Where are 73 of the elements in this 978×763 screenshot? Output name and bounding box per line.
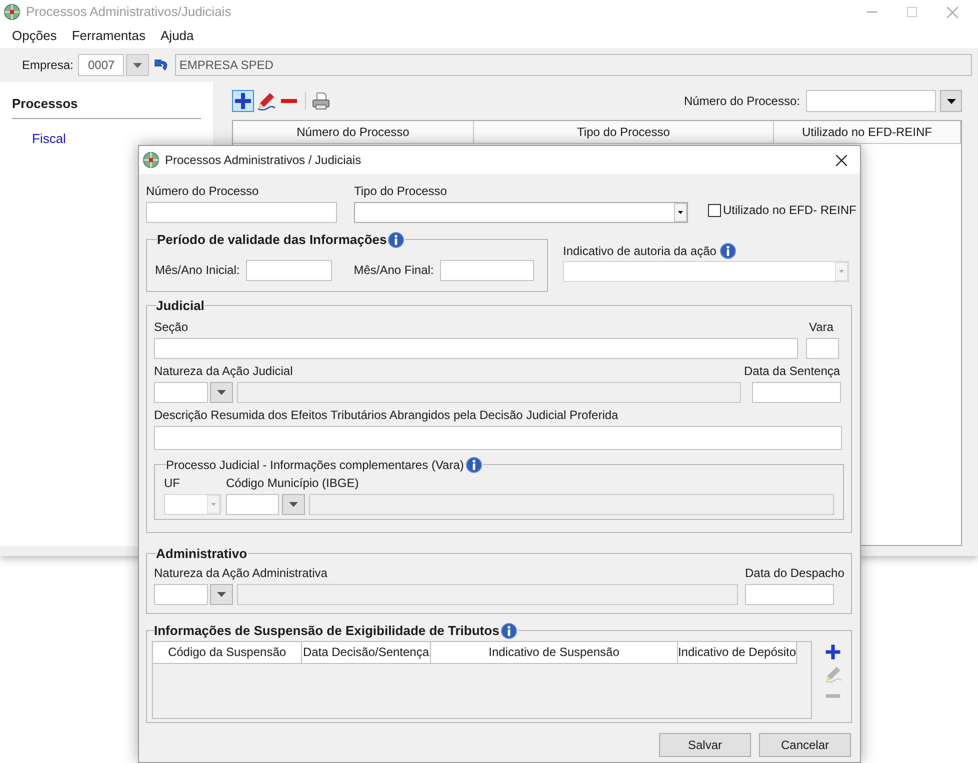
menu-item[interactable]: Ajuda <box>160 26 194 46</box>
field-label: Natureza da Ação Administrativa <box>154 564 328 582</box>
info-icon <box>388 232 404 248</box>
info-icon <box>720 243 736 259</box>
dropdown-button[interactable] <box>940 90 962 112</box>
dialog-button[interactable]: Cancelar <box>759 733 851 757</box>
company-name-field: EMPRESA SPED <box>175 54 972 76</box>
field-label: Data da Sentença <box>744 362 841 380</box>
menu-item[interactable]: Opções <box>12 26 57 46</box>
field-label: Número do Processo: <box>684 93 800 110</box>
group-title: Processo Judicial - Informações complementares (Vara) <box>166 456 464 474</box>
sidebar-link[interactable]: Fiscal <box>32 128 66 148</box>
field-label: Tipo do Processo <box>354 183 448 200</box>
field-label: Empresa: <box>22 57 74 74</box>
field-label: UF <box>164 474 181 492</box>
input-field[interactable] <box>154 426 842 450</box>
checkbox-label: Utilizado no EFD- REINF <box>723 202 856 219</box>
app-logo-icon <box>143 152 159 168</box>
input-field[interactable] <box>146 202 337 223</box>
group-title: Administrativo <box>156 546 248 561</box>
field-label: Código Município (IBGE) <box>226 474 360 492</box>
dropdown-button[interactable] <box>282 494 305 514</box>
close-icon[interactable] <box>836 154 847 166</box>
field-label: Mês/Ano Inicial: <box>155 262 240 280</box>
field-label: Natureza da Ação Judicial <box>154 362 294 380</box>
menu-item[interactable]: Ferramentas <box>72 26 146 46</box>
input-field[interactable] <box>226 494 279 514</box>
input-field[interactable] <box>154 382 208 402</box>
caret-icon <box>289 502 298 506</box>
checkbox[interactable] <box>708 204 721 216</box>
caret-icon <box>946 98 956 104</box>
search-field[interactable] <box>806 90 936 112</box>
field-label: Indicativo de autoria da ação <box>563 243 716 260</box>
column-header[interactable]: Código da Suspensão <box>153 642 302 664</box>
input-field[interactable] <box>745 584 834 604</box>
input-field[interactable] <box>246 260 332 281</box>
dialog-button[interactable]: Salvar <box>659 733 751 757</box>
input-field[interactable] <box>440 260 534 281</box>
caret-icon <box>217 592 226 596</box>
field-label: Vara <box>809 318 834 336</box>
column-header[interactable]: Indicativo de Suspensão <box>431 642 678 664</box>
input-field[interactable] <box>154 584 208 604</box>
dropdown-button[interactable] <box>210 584 233 604</box>
dropdown-button[interactable] <box>210 382 233 402</box>
info-icon <box>466 456 482 472</box>
field-label: Descrição Resumida dos Efeitos Tributários Abrangidos pela Decisão Judicial Proferida <box>154 406 620 424</box>
input-field[interactable] <box>154 338 798 358</box>
group-title: Período de validade das Informações <box>157 231 387 249</box>
field-label: Seção <box>154 318 190 336</box>
caret-icon <box>217 390 226 394</box>
combo-box[interactable] <box>563 261 849 282</box>
input-field[interactable] <box>752 382 841 402</box>
app-logo-icon <box>4 4 20 20</box>
field-label: Mês/Ano Final: <box>354 262 434 280</box>
field-label: Data do Despacho <box>745 564 844 582</box>
column-header[interactable]: Utilizado no EFD-REINF <box>774 121 961 143</box>
column-header[interactable]: Data Decisão/Sentença <box>302 642 431 664</box>
column-header[interactable]: Indicativo de Depósito <box>678 642 797 664</box>
maximize-icon[interactable] <box>907 7 917 17</box>
input-field[interactable] <box>806 338 839 358</box>
caret-icon <box>133 62 142 68</box>
group-title: Informações de Suspensão de Exigibilidade de Tributos <box>154 622 500 640</box>
sidebar-title: Processos <box>12 94 201 118</box>
plus-icon[interactable] <box>824 642 842 660</box>
info-icon <box>501 622 518 639</box>
field-label: Número do Processo <box>146 183 260 200</box>
window-title: Processos Administrativos/Judiciais <box>26 3 232 22</box>
column-header[interactable]: Tipo do Processo <box>474 121 774 143</box>
dialog-title: Processos Administrativos / Judiciais <box>165 152 362 169</box>
company-code-field[interactable]: 0007 <box>78 54 124 76</box>
column-header[interactable]: Número do Processo <box>233 121 474 143</box>
group-title: Judicial <box>156 298 204 313</box>
combo-box[interactable] <box>354 202 688 223</box>
